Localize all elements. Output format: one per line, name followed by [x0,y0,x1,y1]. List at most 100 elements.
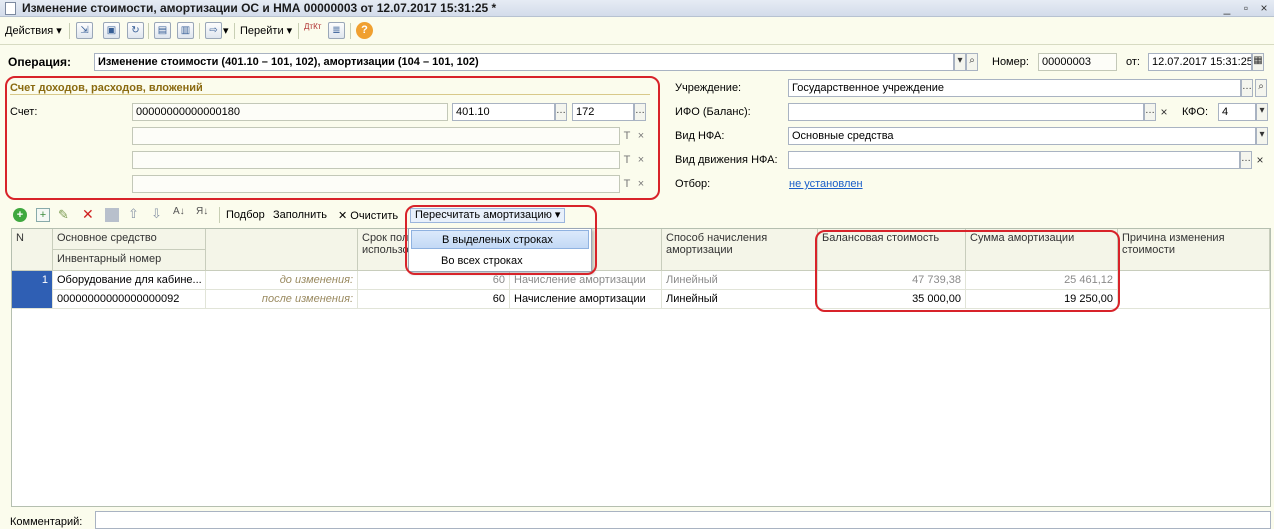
operation-after-cell[interactable]: Начисление амортизации [510,290,662,309]
toolbar-divider [298,23,299,39]
toolbar-divider [219,207,220,223]
toolbar-divider [69,23,70,39]
goto-menu[interactable]: Перейти ▾ [240,24,292,37]
schet-field[interactable]: 00000000000000180 [132,103,448,121]
pick-button[interactable]: Подбор [226,209,265,221]
comment-field[interactable] [95,511,1271,529]
search-icon[interactable]: ⌕ [1255,79,1267,97]
row-number[interactable]: 1 [12,271,53,309]
number-label: Номер: [992,56,1029,68]
dropdown-highlight [405,205,597,275]
term-after-cell[interactable]: 60 [358,290,510,309]
before-label: до изменения: [206,271,358,290]
type-icon[interactable]: T [622,151,632,169]
asset-cell[interactable]: Оборудование для кабине... [53,271,206,290]
report-icon[interactable]: ≣ [328,22,345,39]
sort-asc-icon[interactable]: A↓ [173,206,185,217]
structure-icon[interactable]: ▥ [177,22,194,39]
reason-cell[interactable] [1118,271,1270,309]
col-asset-header[interactable]: Основное средство [53,229,206,250]
chevron-down-icon[interactable]: ▾ [1256,103,1268,121]
col-calc-method-header[interactable]: Способ начисления амортизации [662,229,818,271]
inventory-cell[interactable]: 00000000000000000092 [53,290,206,309]
create-based-icon[interactable]: ▤ [154,22,171,39]
kps-field[interactable]: 401.10 [452,103,555,121]
col-inventory-header[interactable]: Инвентарный номер [53,250,206,271]
edit-icon[interactable]: ✎ [58,207,69,223]
ifo-label: ИФО (Баланс): [675,106,751,118]
close-button[interactable]: × [1256,1,1272,15]
clear-icon[interactable]: × [1158,103,1170,121]
clear-button[interactable]: ✕ Очистить [338,209,398,222]
help-icon[interactable]: ? [356,22,373,39]
ifo-select-button[interactable]: … [1144,103,1156,121]
actions-menu[interactable]: Действия ▾ [5,24,62,37]
date-field[interactable]: 12.07.2017 15:31:25 [1148,53,1252,71]
col-reason-header[interactable]: Причина изменения стоимости [1118,229,1270,271]
delete-icon[interactable]: ✕ [82,206,94,223]
toolbar-divider [350,23,351,39]
post-and-close-icon[interactable]: ⇲ [76,22,93,39]
type-icon[interactable]: T [622,127,632,145]
move-up-icon[interactable]: ⇧ [128,206,139,222]
minimize-button[interactable]: _ [1219,1,1235,15]
method-after-cell[interactable]: Линейный [662,290,818,309]
account-group-title: Счет доходов, расходов, вложений [10,82,203,94]
main-toolbar: Действия ▾ ⇲ ▣ ↻ ▤ ▥ ⇨ ▾ Перейти ▾ ДтКт … [0,19,1274,43]
restore-button[interactable]: ▫ [1238,1,1254,15]
filter-label: Отбор: [675,178,711,190]
analytics-field-3[interactable] [132,175,620,193]
print-dropdown-arrow[interactable]: ▾ [223,24,229,37]
type-icon[interactable]: T [622,175,632,193]
schet-label: Счет: [10,106,38,118]
clear-icon[interactable]: × [636,127,646,145]
kosgu-select-button[interactable]: … [634,103,646,121]
toolbar-divider [148,23,149,39]
kps-select-button[interactable]: … [555,103,567,121]
col-n-header[interactable]: N [12,229,53,271]
institution-select-button[interactable]: … [1241,79,1253,97]
number-field[interactable]: 00000003 [1038,53,1117,71]
clear-icon[interactable]: × [636,175,646,193]
kfo-field[interactable]: 4 [1218,103,1256,121]
clear-icon[interactable]: × [1254,151,1266,169]
kosgu-field[interactable]: 172 [572,103,634,121]
title-bar: Изменение стоимости, амортизации ОС и НМ… [0,0,1274,17]
operation-field[interactable]: Изменение стоимости (401.10 – 101, 102),… [94,53,954,71]
window-title: Изменение стоимости, амортизации ОС и НМ… [22,1,497,15]
movement-select-button[interactable]: … [1240,151,1252,169]
search-icon[interactable]: ⌕ [966,53,978,71]
add-icon[interactable]: + [13,208,27,222]
movement-field[interactable] [788,151,1240,169]
institution-label: Учреждение: [675,82,742,94]
end-edit-icon[interactable] [105,208,119,222]
nfa-label: Вид НФА: [675,130,725,142]
post-icon[interactable]: ↻ [127,22,144,39]
calendar-icon[interactable]: ▦ [1252,53,1264,71]
fill-button[interactable]: Заполнить [273,209,327,221]
divider [0,44,1274,45]
kfo-label: КФО: [1182,106,1209,118]
institution-field[interactable]: Государственное учреждение [788,79,1241,97]
analytics-field-1[interactable] [132,127,620,145]
chevron-down-icon[interactable]: ▾ [954,53,966,71]
nfa-field[interactable]: Основные средства [788,127,1256,145]
clear-icon[interactable]: × [636,151,646,169]
sort-desc-icon[interactable]: Я↓ [196,206,208,217]
close-icon: ✕ [338,210,348,222]
document-icon [5,2,16,15]
print-icon[interactable]: ⇨ [205,22,222,39]
group-divider [10,94,650,95]
ifo-field[interactable] [788,103,1144,121]
comment-label: Комментарий: [10,516,83,528]
analytics-field-2[interactable] [132,151,620,169]
move-down-icon[interactable]: ⇩ [151,206,162,222]
filter-link[interactable]: не установлен [789,178,863,190]
dtkt-icon[interactable]: ДтКт [304,22,322,31]
write-icon[interactable]: ▣ [103,22,120,39]
copy-row-icon[interactable]: + [36,208,50,222]
operation-label: Операция: [8,55,72,69]
chevron-down-icon[interactable]: ▾ [1256,127,1268,145]
after-label: после изменения: [206,290,358,309]
method-before-cell[interactable]: Линейный [662,271,818,290]
